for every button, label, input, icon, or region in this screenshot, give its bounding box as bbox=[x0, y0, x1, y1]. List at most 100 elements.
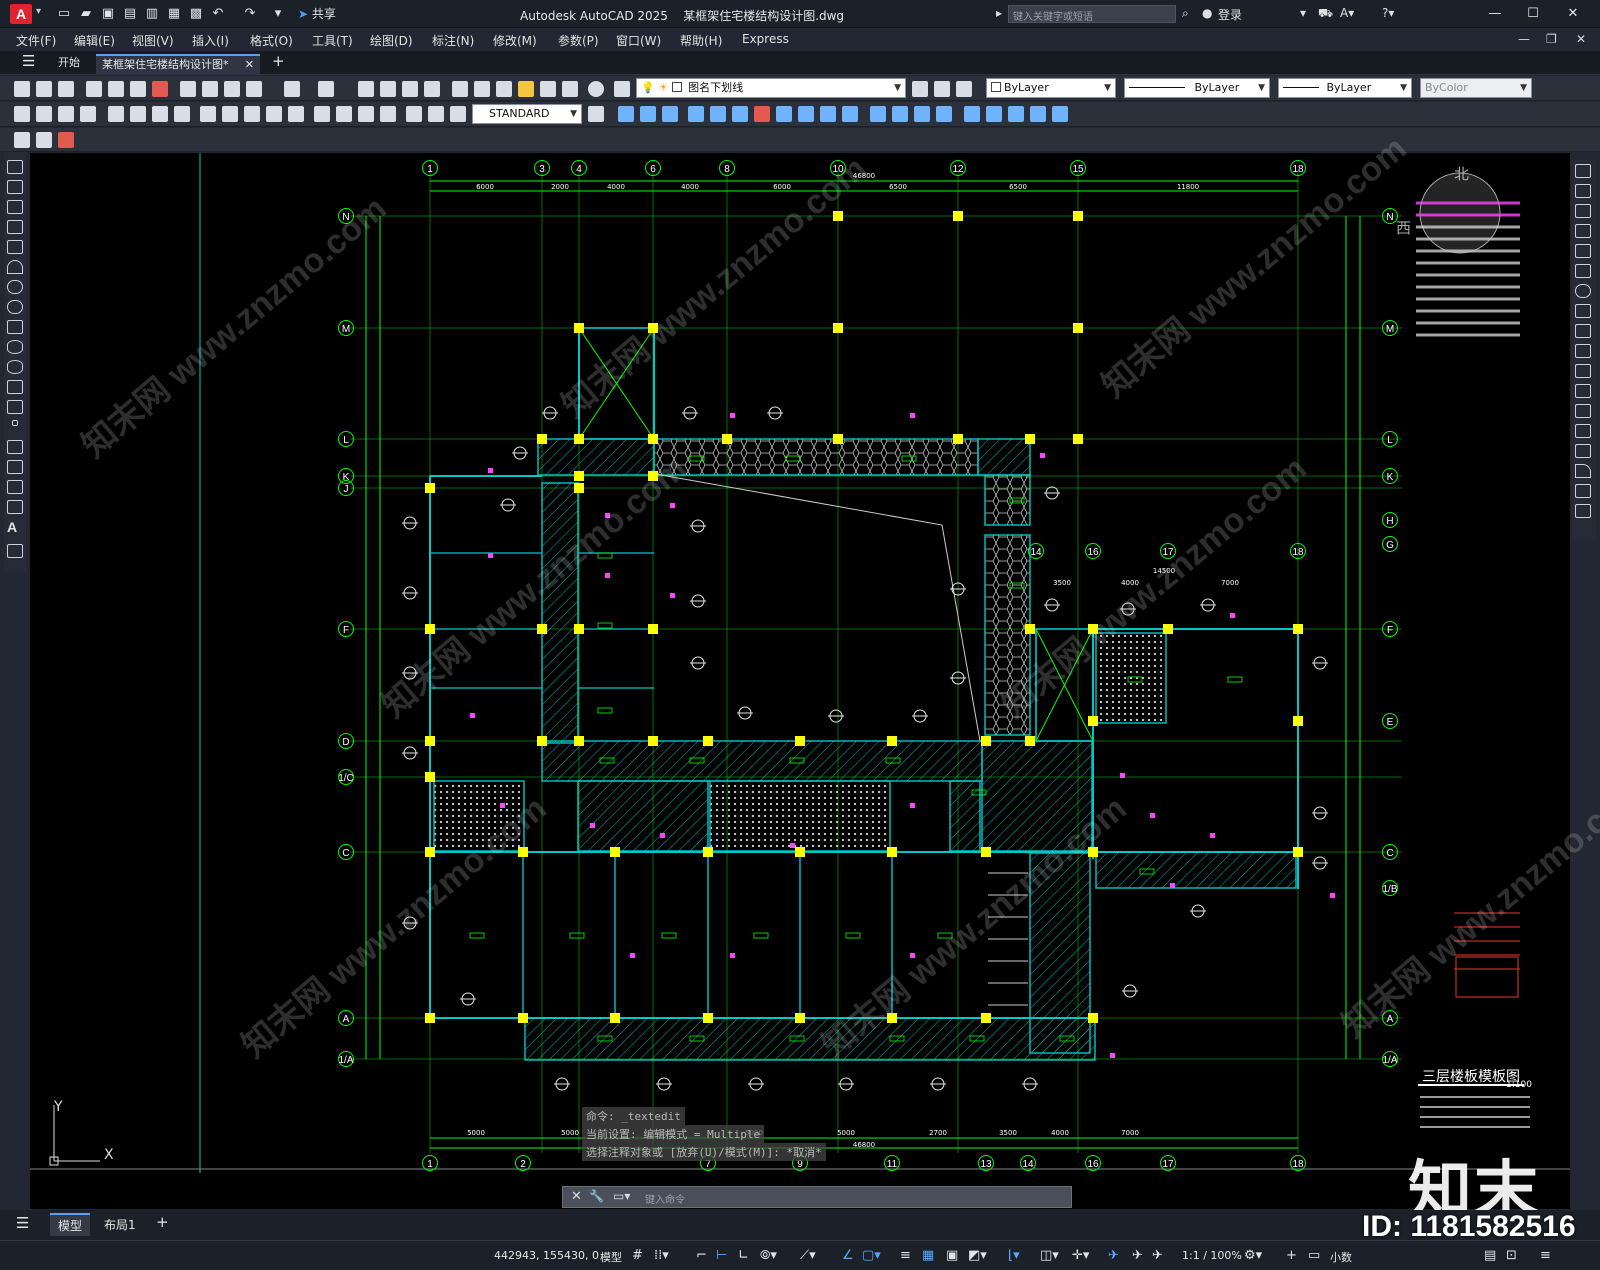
save-as-icon[interactable]: ▤ bbox=[120, 5, 140, 23]
open-file-icon[interactable]: ▰ bbox=[76, 5, 96, 23]
plot-icon[interactable]: ▩ bbox=[186, 5, 206, 23]
doc-minimize-icon[interactable]: — bbox=[1518, 32, 1530, 46]
dim-style-manager-icon[interactable] bbox=[588, 106, 604, 122]
tab-drawing[interactable]: 某框架住宅楼结构设计图* ✕ bbox=[96, 54, 260, 74]
cut-icon[interactable] bbox=[180, 81, 196, 97]
publish-icon[interactable] bbox=[130, 81, 146, 97]
draw-ellipse-icon[interactable] bbox=[7, 340, 23, 354]
table-icon[interactable] bbox=[7, 500, 23, 514]
stretch-icon[interactable] bbox=[1575, 324, 1591, 338]
undo-toolbar-icon[interactable] bbox=[284, 81, 300, 97]
modify-offset-icon[interactable] bbox=[688, 106, 704, 122]
share-button[interactable]: ➤ 共享 bbox=[298, 5, 336, 22]
chamfer-icon[interactable] bbox=[1575, 444, 1591, 458]
command-line-input[interactable]: ✕ 🔧 ▭▾ 键入命令 bbox=[562, 1186, 1072, 1208]
modify-rotate-icon[interactable] bbox=[732, 106, 748, 122]
dim-space-icon[interactable] bbox=[266, 106, 282, 122]
markup-icon[interactable] bbox=[540, 81, 556, 97]
break-point-icon[interactable] bbox=[1575, 384, 1591, 398]
polar-icon[interactable]: ⦾▾ bbox=[760, 1248, 777, 1263]
menu-dimension[interactable]: 标注(N) bbox=[432, 32, 474, 49]
modify-break-icon[interactable] bbox=[870, 106, 886, 122]
draw-revcloud-icon[interactable] bbox=[7, 300, 23, 314]
bring-front-icon[interactable] bbox=[1008, 106, 1024, 122]
design-center-icon[interactable] bbox=[474, 81, 490, 97]
menu-draw[interactable]: 绘图(D) bbox=[370, 32, 413, 49]
mtext-icon[interactable]: A bbox=[7, 520, 23, 534]
draw-order-icon[interactable] bbox=[986, 106, 1002, 122]
menu-parametric[interactable]: 参数(P) bbox=[558, 32, 599, 49]
properties-icon[interactable] bbox=[452, 81, 468, 97]
text-front-icon[interactable] bbox=[1052, 106, 1068, 122]
explode-icon[interactable] bbox=[1575, 504, 1591, 518]
color-dropdown[interactable]: ByLayer ▼ bbox=[986, 78, 1116, 98]
minimize-icon[interactable]: — bbox=[1480, 4, 1510, 24]
draw-circle-icon[interactable] bbox=[7, 280, 23, 294]
pan-icon[interactable] bbox=[358, 81, 374, 97]
linetype-dropdown[interactable]: ByLayer ▼ bbox=[1124, 78, 1270, 98]
doc-restore-icon[interactable]: ❐ bbox=[1546, 32, 1557, 46]
dim-arc-icon[interactable] bbox=[58, 106, 74, 122]
snap-icon[interactable]: ⁞⁞▾ bbox=[654, 1248, 669, 1263]
plotstyle-dropdown[interactable]: ByColor ▼ bbox=[1420, 78, 1532, 98]
login-button[interactable]: 登录 bbox=[1218, 6, 1242, 23]
dim-continue-icon[interactable] bbox=[244, 106, 260, 122]
menu-format[interactable]: 格式(O) bbox=[250, 32, 293, 49]
dim-linear-icon[interactable] bbox=[14, 106, 30, 122]
menu-view[interactable]: 视图(V) bbox=[132, 32, 174, 49]
add-layout-button[interactable]: + bbox=[156, 1213, 169, 1231]
search-input[interactable]: 键入关键字或短语 bbox=[1008, 5, 1176, 23]
dynamic-input-icon[interactable]: ⊢ bbox=[716, 1248, 727, 1263]
send-back-icon[interactable] bbox=[1030, 106, 1046, 122]
layer-previous-icon[interactable] bbox=[934, 81, 950, 97]
hardware-accel-icon[interactable]: ▤ bbox=[1484, 1248, 1496, 1263]
dim-aligned-icon[interactable] bbox=[36, 106, 52, 122]
open-icon[interactable] bbox=[36, 81, 52, 97]
modify-stretch-icon[interactable] bbox=[798, 106, 814, 122]
annotation-visibility-icon[interactable]: ✈ bbox=[1108, 1248, 1119, 1263]
new-file-icon[interactable]: ▭ bbox=[54, 5, 74, 23]
lineweight-icon[interactable]: ≡ bbox=[900, 1248, 911, 1263]
dim-radius-icon[interactable] bbox=[108, 106, 124, 122]
modify-copy-icon[interactable] bbox=[640, 106, 656, 122]
modify-extend-icon[interactable] bbox=[842, 106, 858, 122]
new-tab-button[interactable]: + bbox=[266, 52, 291, 72]
tab-close-icon[interactable]: ✕ bbox=[245, 56, 254, 74]
save-web-icon[interactable]: ▦ bbox=[164, 5, 184, 23]
dim-angular-icon[interactable] bbox=[174, 106, 190, 122]
annotation-scale-icon[interactable]: ✈ bbox=[1152, 1248, 1163, 1263]
zoom-realtime-icon[interactable] bbox=[380, 81, 396, 97]
dim-style-dropdown[interactable]: STANDARD ▼ bbox=[472, 104, 582, 124]
units-icon[interactable]: ▭ bbox=[1308, 1248, 1320, 1263]
dim-ordinate-icon[interactable] bbox=[80, 106, 96, 122]
make-block-icon[interactable] bbox=[7, 400, 23, 414]
dim-baseline-icon[interactable] bbox=[222, 106, 238, 122]
menu-modify[interactable]: 修改(M) bbox=[493, 32, 537, 49]
extend-icon[interactable] bbox=[1575, 364, 1591, 378]
dim-edit-icon[interactable] bbox=[406, 106, 422, 122]
search-icon[interactable]: ⌕ bbox=[1182, 6, 1189, 21]
menu-tools[interactable]: 工具(T) bbox=[312, 32, 353, 49]
user-icon[interactable]: ● bbox=[1202, 6, 1212, 20]
break-icon[interactable] bbox=[1575, 404, 1591, 418]
command-close-icon[interactable]: ✕ bbox=[571, 1189, 582, 1204]
gradient-icon[interactable] bbox=[7, 460, 23, 474]
qa-customize-icon[interactable]: ▾ bbox=[268, 5, 288, 23]
modify-explode-icon[interactable] bbox=[964, 106, 980, 122]
cart-icon[interactable]: ⛟ bbox=[1318, 6, 1333, 22]
menu-help[interactable]: 帮助(H) bbox=[680, 32, 722, 49]
draw-construction-line-icon[interactable] bbox=[7, 180, 23, 194]
transparency-icon[interactable]: ▦ bbox=[922, 1248, 934, 1263]
ext-tool2-icon[interactable] bbox=[36, 132, 52, 148]
blend-icon[interactable] bbox=[1575, 484, 1591, 498]
sheet-set-icon[interactable] bbox=[518, 81, 534, 97]
layer-dropdown[interactable]: 💡 ☀ 图名下划线 ▼ bbox=[636, 78, 906, 98]
layout-menu-icon[interactable]: ☰ bbox=[16, 1214, 29, 1232]
dim-diameter-icon[interactable] bbox=[152, 106, 168, 122]
inspection-icon[interactable] bbox=[358, 106, 374, 122]
doc-close-icon[interactable]: ✕ bbox=[1576, 32, 1586, 46]
dim-update-icon[interactable] bbox=[450, 106, 466, 122]
draw-spline-icon[interactable] bbox=[7, 320, 23, 334]
gizmo-icon[interactable]: ✛▾ bbox=[1072, 1248, 1089, 1263]
tab-layout1[interactable]: 布局1 bbox=[104, 1216, 136, 1233]
